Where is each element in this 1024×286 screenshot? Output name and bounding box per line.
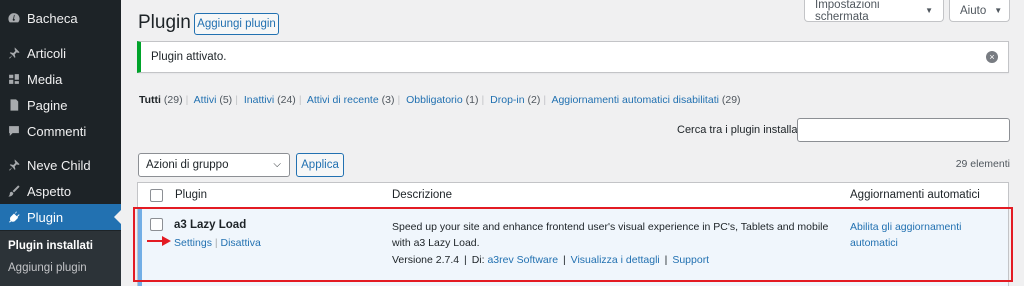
submenu-item-add[interactable]: Aggiungi plugin xyxy=(8,262,87,274)
table-header: Plugin Descrizione Aggiornamenti automat… xyxy=(138,183,1008,208)
pin-icon xyxy=(7,158,21,172)
filter-recently-active[interactable]: Attivi di recente xyxy=(307,94,379,106)
filter-all[interactable]: Tutti xyxy=(139,94,161,106)
caret-down-icon: ▼ xyxy=(994,6,1003,15)
plugin-submenu: Plugin installati Aggiungi plugin xyxy=(0,231,121,286)
plugin-icon xyxy=(7,210,21,224)
sidebar-item-bacheca[interactable]: Bacheca xyxy=(0,5,121,31)
plugin-status-filters: Tutti (29) | Attivi (5) | Inattivi (24) | A… xyxy=(139,94,741,106)
screen-options-button[interactable]: Impostazioni schermata ▼ xyxy=(804,0,944,23)
sidebar-item-articoli[interactable]: Articoli xyxy=(0,40,121,66)
sidebar-item-commenti[interactable]: Commenti xyxy=(0,118,121,144)
chevron-down-icon: ⌵ xyxy=(273,159,281,170)
filter-inactive[interactable]: Inattivi xyxy=(244,94,274,106)
filter-active[interactable]: Attivi xyxy=(194,94,217,106)
submenu-item-installed[interactable]: Plugin installati xyxy=(8,240,93,252)
bulk-actions-value: Azioni di gruppo xyxy=(146,159,229,171)
notice-text: Plugin attivato. xyxy=(151,51,227,63)
filter-count: (5) xyxy=(219,94,233,106)
dismiss-icon[interactable]: × xyxy=(986,51,998,63)
pin-icon xyxy=(7,46,21,60)
sidebar-item-label: Bacheca xyxy=(27,10,78,26)
page-title: Plugin xyxy=(138,12,191,33)
annotation-highlight-box xyxy=(133,207,1013,282)
column-header-auto-updates: Aggiornamenti automatici xyxy=(850,189,980,201)
annotation-arrow-icon xyxy=(147,236,171,246)
filter-dropin[interactable]: Drop-in xyxy=(490,94,524,106)
search-label: Cerca tra i plugin installati xyxy=(677,124,803,136)
item-count: 29 elementi xyxy=(955,158,1010,170)
sidebar-item-media[interactable]: Media xyxy=(0,66,121,92)
filter-count: (29) xyxy=(163,94,183,106)
sidebar-item-label: Media xyxy=(27,71,63,87)
sidebar-item-neve-child[interactable]: Neve Child xyxy=(0,152,121,178)
help-label: Aiuto xyxy=(960,4,987,17)
dashboard-icon xyxy=(7,11,21,25)
filter-count: (24) xyxy=(277,94,296,106)
sidebar-item-pagine[interactable]: Pagine xyxy=(0,92,121,118)
success-notice: Plugin attivato. × xyxy=(137,41,1009,73)
comment-icon xyxy=(7,124,21,138)
filter-count: (29) xyxy=(721,94,741,106)
select-all-checkbox[interactable] xyxy=(150,189,163,202)
filter-must-use[interactable]: Obbligatorio xyxy=(406,94,463,106)
sidebar-item-label: Aspetto xyxy=(27,183,72,199)
add-plugin-button[interactable]: Aggiungi plugin xyxy=(194,13,279,35)
sidebar-item-label: Neve Child xyxy=(27,157,91,173)
screen-options-label: Impostazioni schermata xyxy=(815,0,880,23)
plugin-search-input[interactable] xyxy=(797,118,1010,142)
page-icon xyxy=(7,98,21,112)
filter-count: (1) xyxy=(465,94,479,106)
caret-down-icon: ▼ xyxy=(925,6,933,15)
filter-auto-updates-disabled[interactable]: Aggiornamenti automatici disabilitati xyxy=(551,94,719,106)
admin-sidebar: Bacheca Articoli Media Pagine Commenti N… xyxy=(0,0,121,286)
sidebar-item-label: Pagine xyxy=(27,97,68,113)
sidebar-item-aspetto[interactable]: Aspetto xyxy=(0,178,121,204)
sidebar-item-plugin[interactable]: Plugin xyxy=(0,204,121,230)
sidebar-item-label: Commenti xyxy=(27,123,87,139)
brush-icon xyxy=(7,184,21,198)
apply-button[interactable]: Applica xyxy=(296,153,344,177)
bulk-actions-select[interactable]: Azioni di gruppo ⌵ xyxy=(138,153,290,177)
sidebar-item-label: Plugin xyxy=(27,209,64,225)
column-header-plugin[interactable]: Plugin xyxy=(175,189,207,201)
column-header-description: Descrizione xyxy=(392,189,453,201)
filter-count: (3) xyxy=(381,94,395,106)
sidebar-item-label: Articoli xyxy=(27,45,67,61)
help-button[interactable]: Aiuto ▼ xyxy=(949,0,1010,22)
media-icon xyxy=(7,72,21,86)
filter-count: (2) xyxy=(527,94,541,106)
